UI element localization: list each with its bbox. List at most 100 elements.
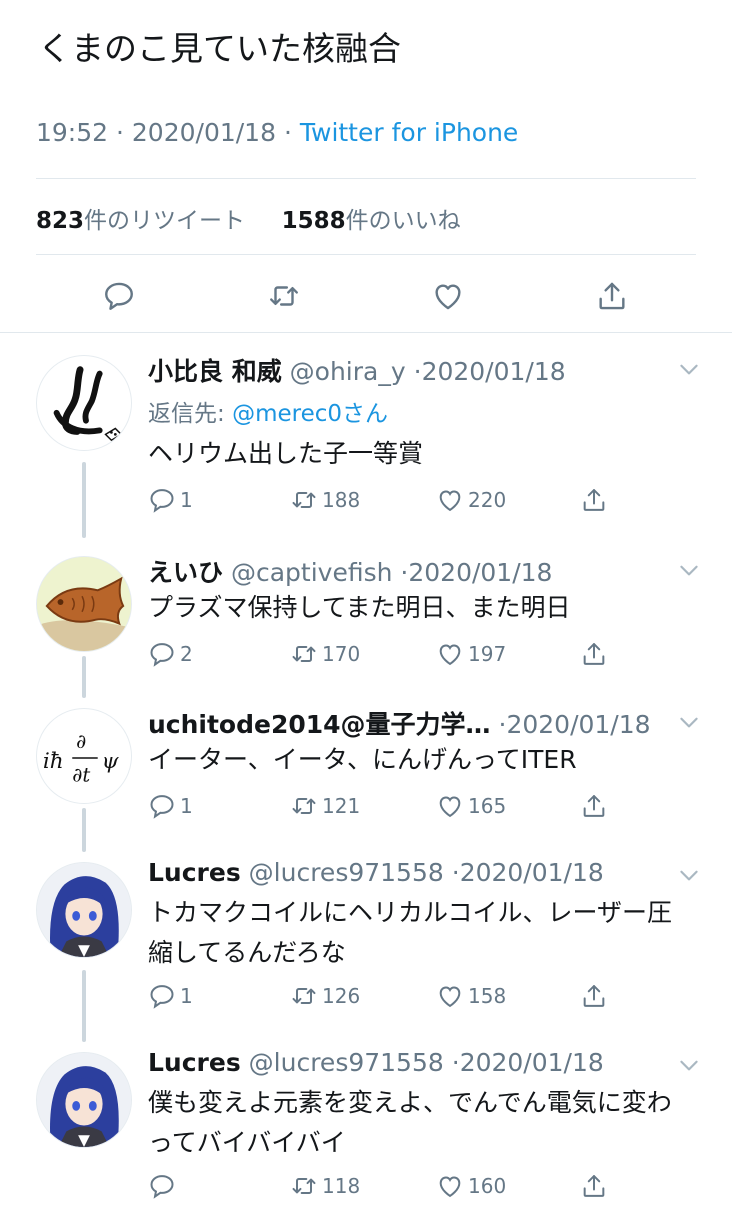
tweet-text: くまのこ見ていた核融合 bbox=[38, 29, 401, 68]
retweet-icon bbox=[292, 988, 316, 1004]
reply-button[interactable]: 1 bbox=[148, 792, 193, 820]
reply-button[interactable]: 1 bbox=[148, 486, 193, 514]
display-name[interactable]: Lucres bbox=[148, 858, 241, 887]
retweet-button[interactable]: 121 bbox=[290, 792, 360, 820]
retweet-icon bbox=[270, 286, 298, 306]
share-button[interactable] bbox=[580, 640, 612, 668]
reply-date[interactable]: 2020/01/18 bbox=[506, 710, 650, 739]
display-name[interactable]: 小比良 和威 bbox=[148, 357, 282, 386]
like-icon bbox=[439, 490, 461, 512]
share-icon bbox=[583, 643, 605, 665]
share-button[interactable] bbox=[580, 792, 612, 820]
reply-button[interactable] bbox=[148, 1172, 180, 1200]
share-button[interactable] bbox=[580, 1172, 612, 1200]
retweet-icon bbox=[292, 798, 316, 814]
share-icon bbox=[583, 985, 605, 1007]
retweet-icon bbox=[292, 492, 316, 508]
user-handle[interactable]: @lucres971558 bbox=[249, 1048, 444, 1077]
reply-actions: 2 170 197 bbox=[148, 640, 628, 674]
logo-avatar-image bbox=[53, 366, 123, 442]
share-icon bbox=[583, 795, 605, 817]
svg-text:∂t: ∂t bbox=[72, 763, 90, 786]
share-icon bbox=[583, 1175, 605, 1197]
retweet-icon bbox=[292, 1178, 316, 1194]
like-button[interactable]: 160 bbox=[436, 1172, 506, 1200]
like-icon bbox=[435, 284, 461, 310]
tweet-date: 2020/01/18 bbox=[131, 118, 276, 147]
reply-header: Lucres @lucres971558 ·2020/01/18 bbox=[148, 1048, 604, 1077]
reply-icon bbox=[150, 643, 174, 667]
retweet-button[interactable]: 126 bbox=[290, 982, 360, 1010]
share-icon bbox=[599, 282, 625, 310]
reply-header: 小比良 和威 @ohira_y ·2020/01/18 bbox=[148, 357, 566, 386]
svg-text:∂: ∂ bbox=[76, 730, 86, 753]
reply-text: 僕も変えよ元素を変えよ、でんでん電気に変わってバイバイバイ bbox=[148, 1088, 672, 1157]
retweet-button[interactable]: 118 bbox=[290, 1172, 360, 1200]
tweet-stats: 823件のリツイート 1588件のいいね bbox=[36, 201, 461, 235]
user-handle[interactable]: @ohira_y bbox=[290, 357, 406, 386]
tweet-time: 19:52 bbox=[36, 118, 109, 147]
display-name[interactable]: Lucres bbox=[148, 1048, 241, 1077]
share-button[interactable] bbox=[580, 486, 612, 514]
like-icon bbox=[439, 644, 461, 666]
reply-actions: 118 160 bbox=[148, 1172, 628, 1206]
reply-actions: 1 188 220 bbox=[148, 486, 628, 520]
reply-date[interactable]: 2020/01/18 bbox=[460, 858, 604, 887]
reply-button[interactable]: 2 bbox=[148, 640, 193, 668]
replying-to: 返信先: @merec0さん bbox=[148, 401, 388, 427]
reply-actions: 1 126 158 bbox=[148, 982, 628, 1016]
avatar[interactable]: iħ ∂ ∂t ψ bbox=[36, 708, 132, 804]
thread-line bbox=[82, 656, 86, 698]
tweet-meta: 19:52 · 2020/01/18 · Twitter for iPhone bbox=[36, 118, 519, 147]
chevron-down-icon[interactable] bbox=[676, 862, 702, 888]
chevron-down-icon[interactable] bbox=[676, 1052, 702, 1078]
retweet-stat[interactable]: 823件のリツイート bbox=[36, 208, 245, 234]
reply-icon bbox=[150, 985, 174, 1009]
like-button[interactable]: 158 bbox=[436, 982, 506, 1010]
display-name[interactable]: uchitode2014@量子力学… bbox=[148, 710, 491, 739]
reply-text: トカマクコイルにヘリカルコイル、レーザー圧縮してるんだろな bbox=[148, 898, 673, 967]
like-button[interactable]: 197 bbox=[436, 640, 506, 668]
svg-text:ψ: ψ bbox=[102, 749, 120, 774]
reply-button[interactable] bbox=[101, 278, 137, 314]
user-handle[interactable]: @lucres971558 bbox=[249, 858, 444, 887]
like-button[interactable]: 220 bbox=[436, 486, 506, 514]
avatar[interactable] bbox=[36, 355, 132, 451]
share-button[interactable] bbox=[594, 278, 630, 314]
thread-line bbox=[82, 462, 86, 538]
like-icon bbox=[439, 796, 461, 818]
avatar[interactable] bbox=[36, 862, 132, 958]
reply-header: uchitode2014@量子力学… ·2020/01/18 bbox=[148, 710, 651, 739]
reply-date[interactable]: 2020/01/18 bbox=[422, 357, 566, 386]
tweet-source-link[interactable]: Twitter for iPhone bbox=[300, 118, 518, 147]
reply-date[interactable]: 2020/01/18 bbox=[408, 558, 552, 587]
like-icon bbox=[439, 986, 461, 1008]
display-name[interactable]: えいひ bbox=[148, 558, 223, 587]
thread-line bbox=[82, 808, 86, 852]
avatar[interactable] bbox=[36, 556, 132, 652]
share-button[interactable] bbox=[580, 982, 612, 1010]
divider bbox=[0, 332, 732, 333]
chevron-down-icon[interactable] bbox=[676, 356, 702, 382]
avatar[interactable] bbox=[36, 1052, 132, 1148]
reply-button[interactable]: 1 bbox=[148, 982, 193, 1010]
user-handle[interactable]: @captivefish bbox=[231, 558, 392, 587]
thread-line bbox=[82, 970, 86, 1042]
retweet-button[interactable]: 188 bbox=[290, 486, 360, 514]
reply-date[interactable]: 2020/01/18 bbox=[460, 1048, 604, 1077]
like-button[interactable]: 165 bbox=[436, 792, 506, 820]
mention-link[interactable]: @merec0さん bbox=[232, 401, 388, 427]
retweet-button[interactable]: 170 bbox=[290, 640, 360, 668]
like-stat[interactable]: 1588件のいいね bbox=[282, 208, 461, 234]
share-icon bbox=[583, 489, 605, 511]
like-button[interactable] bbox=[430, 278, 466, 314]
retweet-button[interactable] bbox=[266, 278, 302, 314]
reply-text: ヘリウム出した子一等賞 bbox=[148, 439, 424, 468]
reply-icon bbox=[150, 1175, 174, 1199]
chevron-down-icon[interactable] bbox=[676, 709, 702, 735]
like-icon bbox=[439, 1176, 461, 1198]
retweet-icon bbox=[292, 646, 316, 662]
taiyaki-avatar-image bbox=[37, 557, 131, 651]
reply-text: プラズマ保持してまた明日、また明日 bbox=[148, 593, 571, 622]
chevron-down-icon[interactable] bbox=[676, 557, 702, 583]
